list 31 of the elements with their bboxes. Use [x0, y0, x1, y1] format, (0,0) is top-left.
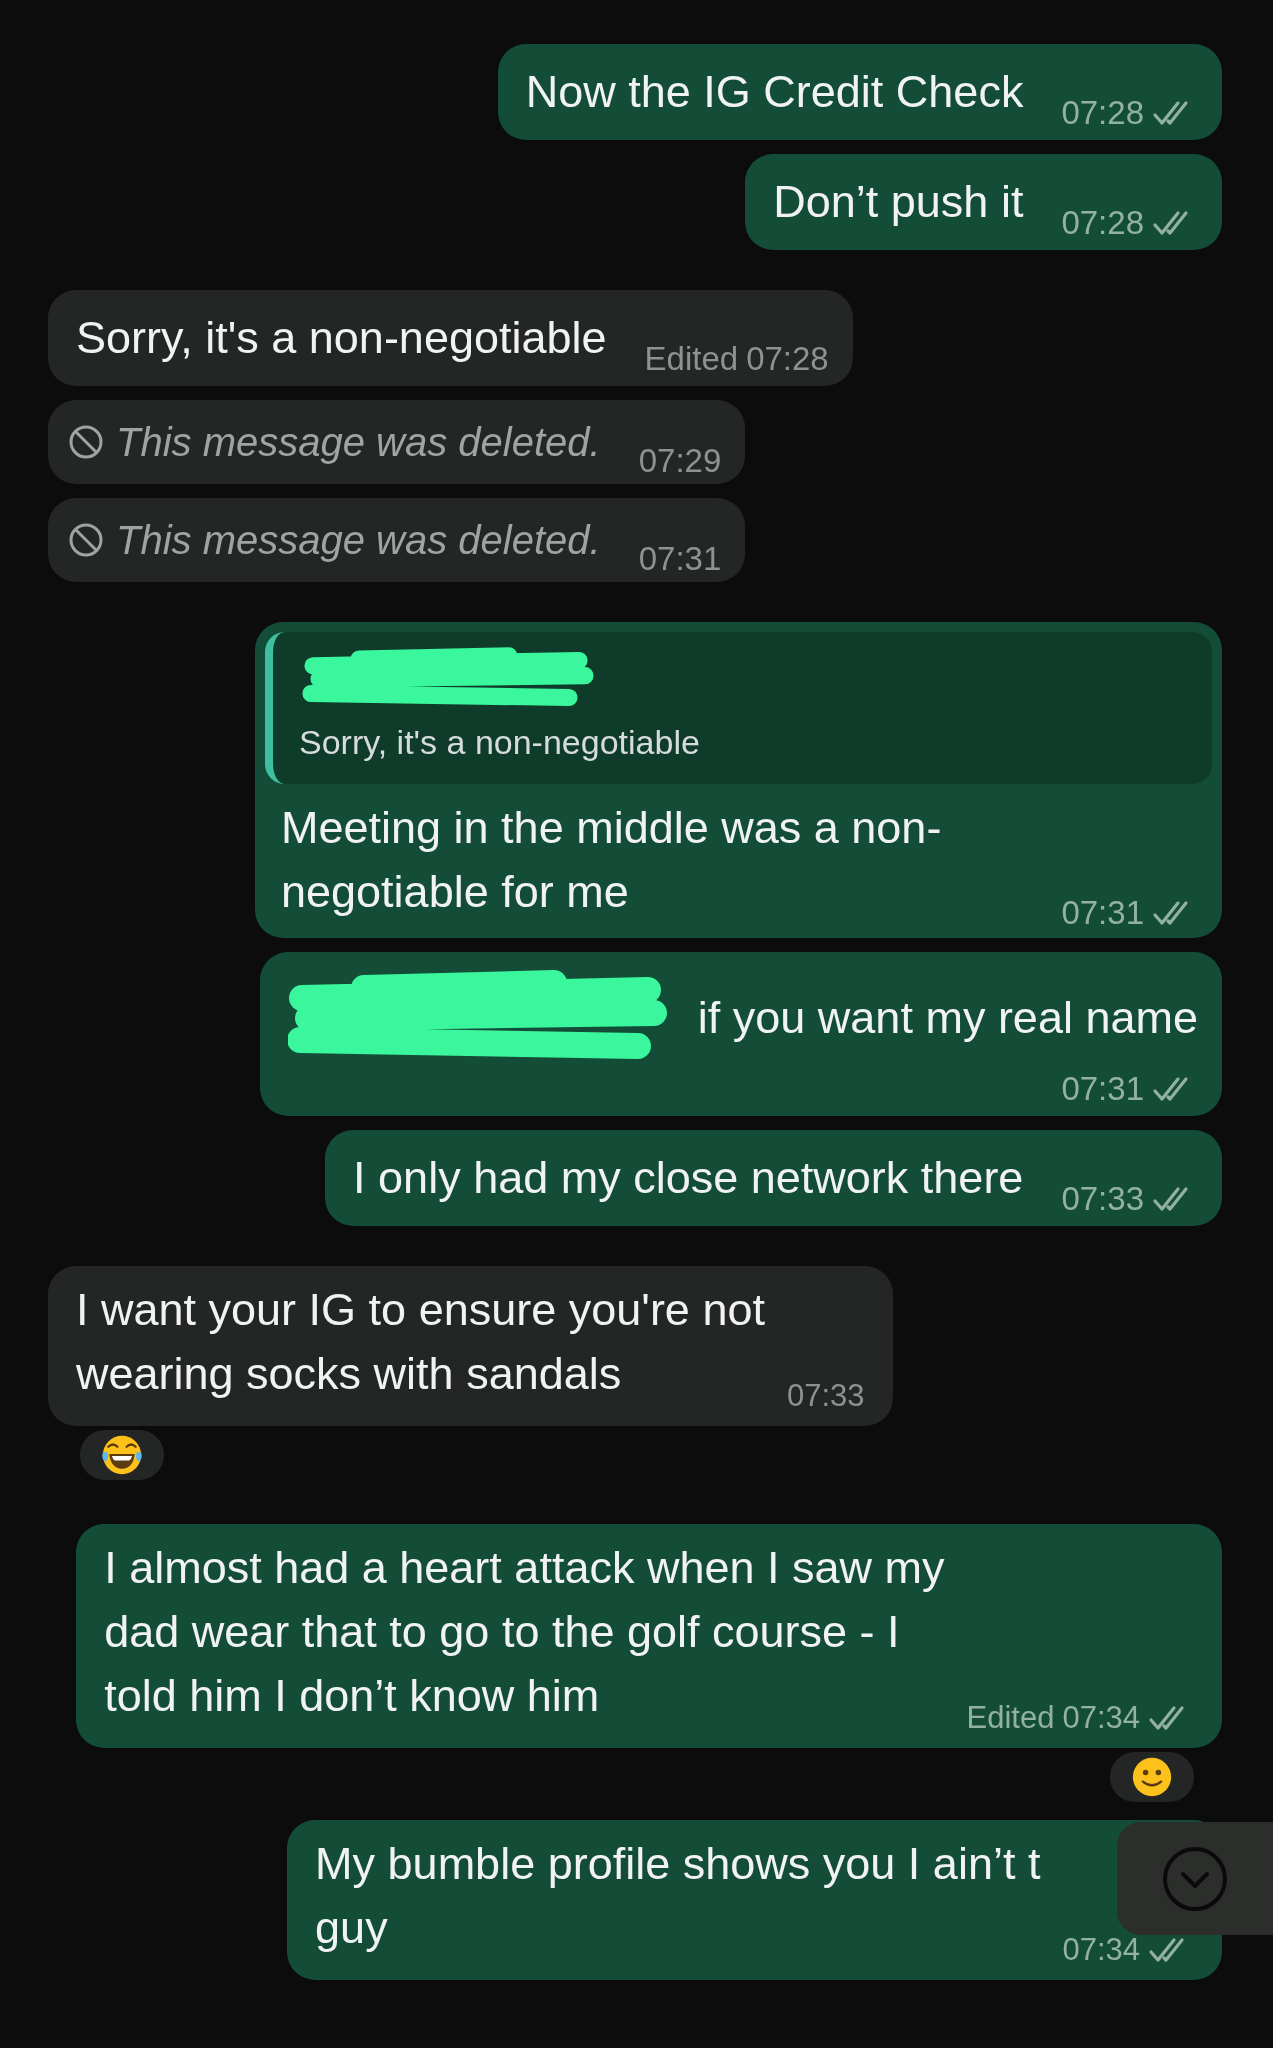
message-time: 07:28 — [1061, 94, 1144, 132]
message-time: 07:31 — [638, 540, 722, 578]
message-text: Meeting in the middle was a non- negotiable for me — [281, 801, 942, 919]
edited-label: Edited — [966, 1700, 1055, 1736]
message-text: My bumble profile shows you I ain’t t guy — [315, 1837, 1041, 1955]
message-text: I almost had a heart attack when I saw my dad wear that to go to the golf course - I told him I don’t know him — [104, 1541, 945, 1723]
message-text: This message was deleted. — [116, 419, 601, 466]
chevron-down-icon — [1162, 1845, 1228, 1912]
quote-text: Sorry, it's a non-negotiable — [299, 722, 701, 763]
emoji-icon — [1131, 1756, 1173, 1798]
emoji-icon — [101, 1434, 143, 1476]
message-text: I want your IG to ensure you're not wearing socks with sandals — [76, 1283, 765, 1401]
message-time: 07:33 — [1061, 1180, 1144, 1218]
message-time: 07:34 — [1062, 1932, 1140, 1968]
quoted-message[interactable]: Sorry, it's a non-negotiable — [265, 632, 1212, 784]
message-time: 07:28 — [746, 340, 829, 378]
message-time: 07:34 — [1062, 1700, 1140, 1736]
edited-label: Edited — [644, 340, 739, 378]
message-time: 07:31 — [1061, 1070, 1144, 1108]
message-time: 07:31 — [1061, 894, 1144, 932]
message-text: if you want my real name — [697, 991, 1198, 1045]
message-text: I only had my close network there — [353, 1151, 1024, 1205]
message-text: This message was deleted. — [116, 517, 601, 564]
message-text: Don’t push it — [773, 175, 1024, 229]
blocked-icon — [68, 424, 104, 460]
message-time: 07:28 — [1061, 204, 1144, 242]
message-time: 07:33 — [786, 1378, 865, 1414]
message-text: Sorry, it's a non-negotiable — [76, 311, 607, 365]
message-time: 07:29 — [638, 442, 722, 480]
message-text: Now the IG Credit Check — [525, 65, 1024, 119]
blocked-icon — [68, 522, 104, 558]
